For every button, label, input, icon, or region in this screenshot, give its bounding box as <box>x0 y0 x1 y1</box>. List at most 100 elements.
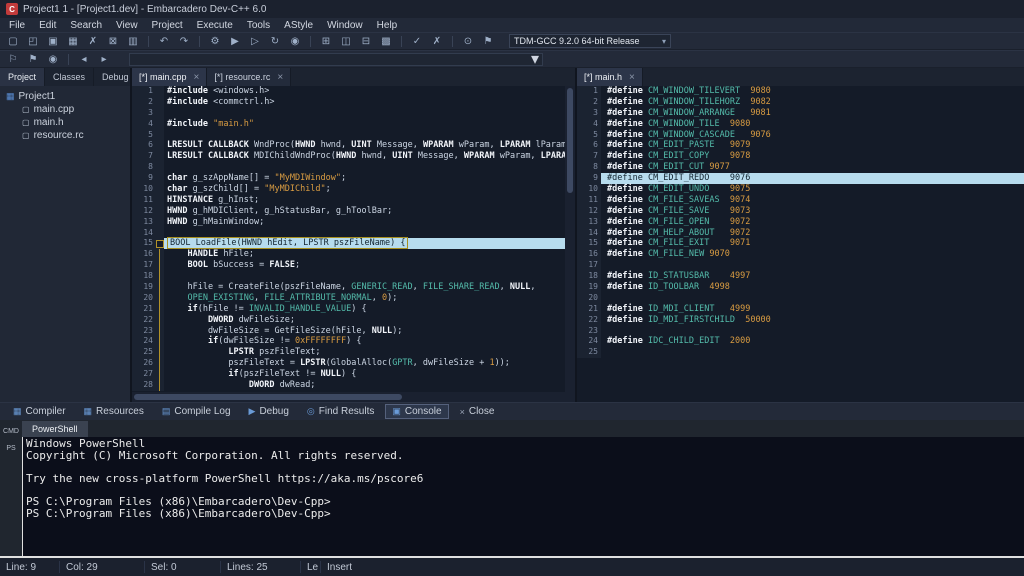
editor-tab-main.h[interactable]: [*] main.h× <box>577 68 643 86</box>
code-line-27[interactable]: 27 if(pszFileText != NULL) { <box>132 369 565 380</box>
code-line-21[interactable]: 21 if(hFile != INVALID_HANDLE_VALUE) { <box>132 304 565 315</box>
code-line-28[interactable]: 28 DWORD dwRead; <box>132 380 565 391</box>
console-cmd-label[interactable]: CMD <box>3 428 19 435</box>
rebuild-all-button[interactable]: ↻ <box>266 34 284 49</box>
code-line-8[interactable]: 8#define CM_EDIT_CUT 9077 <box>577 162 1024 173</box>
code-line-13[interactable]: 13#define CM_FILE_OPEN 9072 <box>577 217 1024 228</box>
code-view[interactable]: 1#define CM_WINDOW_TILEVERT 90802#define… <box>577 86 1024 402</box>
add-bookmark-button[interactable]: ⚐ <box>4 52 22 67</box>
code-view[interactable]: 1#include <windows.h>2#include <commctrl… <box>132 86 565 392</box>
menu-view[interactable]: View <box>109 20 145 31</box>
redo-button[interactable]: ↷ <box>175 34 193 49</box>
run-button[interactable]: ▶ <box>226 34 244 49</box>
code-line-11[interactable]: 11HINSTANCE g_hInst; <box>132 195 565 206</box>
code-line-17[interactable]: 17 BOOL bSuccess = FALSE; <box>132 260 565 271</box>
code-line-11[interactable]: 11#define CM_FILE_SAVEAS 9074 <box>577 195 1024 206</box>
fold-collapse-icon[interactable] <box>156 238 164 249</box>
code-line-18[interactable]: 18 <box>132 271 565 282</box>
terminal-output[interactable]: Windows PowerShellCopyright (C) Microsof… <box>22 437 1024 556</box>
horizontal-scrollbar[interactable] <box>132 392 565 402</box>
back-button[interactable]: ◂ <box>75 52 93 67</box>
code-line-14[interactable]: 14#define CM_HELP_ABOUT 9072 <box>577 228 1024 239</box>
code-line-4[interactable]: 4#define CM_WINDOW_TILE 9080 <box>577 119 1024 130</box>
editor-tab-resource.rc[interactable]: [*] resource.rc× <box>207 68 291 86</box>
compiler-profile-select[interactable]: TDM-GCC 9.2.0 64-bit Release▾ <box>509 34 671 48</box>
code-line-19[interactable]: 19 hFile = CreateFile(pszFileName, GENER… <box>132 282 565 293</box>
code-line-5[interactable]: 5#define CM_WINDOW_CASCADE 9076 <box>577 130 1024 141</box>
code-line-16[interactable]: 16#define CM_FILE_NEW 9070 <box>577 249 1024 260</box>
editor-right-codearea[interactable]: 1#define CM_WINDOW_TILEVERT 90802#define… <box>577 86 1024 402</box>
menu-help[interactable]: Help <box>370 20 405 31</box>
code-line-12[interactable]: 12#define CM_FILE_SAVE 9073 <box>577 206 1024 217</box>
goto-function-select[interactable]: ▾ <box>129 53 543 66</box>
menu-project[interactable]: Project <box>145 20 190 31</box>
bottom-tab-debug[interactable]: ▶Debug <box>242 404 296 419</box>
code-line-2[interactable]: 2#include <commctrl.h> <box>132 97 565 108</box>
abort-compilation-button[interactable]: ✗ <box>428 34 446 49</box>
close-all-button[interactable]: ⊠ <box>104 34 122 49</box>
tree-item-resource-rc[interactable]: ▢resource.rc <box>0 129 130 142</box>
bottom-tab-console[interactable]: ▣Console <box>385 404 448 419</box>
editor-tab-main.cpp[interactable]: [*] main.cpp× <box>132 68 207 86</box>
code-line-20[interactable]: 20 <box>577 293 1024 304</box>
panel-tab-classes[interactable]: Classes <box>45 68 94 86</box>
save-button[interactable]: ▣ <box>44 34 62 49</box>
code-line-1[interactable]: 1#include <windows.h> <box>132 86 565 97</box>
save-all-button[interactable]: ▦ <box>64 34 82 49</box>
code-line-24[interactable]: 24#define IDC_CHILD_EDIT 2000 <box>577 336 1024 347</box>
code-line-7[interactable]: 7LRESULT CALLBACK MDIChildWndProc(HWND h… <box>132 151 565 162</box>
code-line-23[interactable]: 23 <box>577 326 1024 337</box>
editor-left-codearea[interactable]: 1#include <windows.h>2#include <commctrl… <box>132 86 575 402</box>
compile-button[interactable]: ⚙ <box>206 34 224 49</box>
profiling-options-button[interactable]: ⚑ <box>479 34 497 49</box>
undo-button[interactable]: ↶ <box>155 34 173 49</box>
code-line-9[interactable]: 9#define CM_EDIT_REDO 9076 <box>577 173 1024 184</box>
bottom-tab-compiler[interactable]: ▦Compiler <box>6 404 73 419</box>
menu-execute[interactable]: Execute <box>190 20 240 31</box>
code-line-3[interactable]: 3 <box>132 108 565 119</box>
code-line-15[interactable]: 15BOOL LoadFile(HWND hEdit, LPSTR pszFil… <box>132 238 565 249</box>
forward-button[interactable]: ▸ <box>95 52 113 67</box>
menu-edit[interactable]: Edit <box>32 20 63 31</box>
code-line-1[interactable]: 1#define CM_WINDOW_TILEVERT 9080 <box>577 86 1024 97</box>
bottom-tab-resources[interactable]: ▦Resources <box>77 404 151 419</box>
window-grid-button[interactable]: ⊞ <box>317 34 335 49</box>
code-line-24[interactable]: 24 if(dwFileSize != 0xFFFFFFFF) { <box>132 336 565 347</box>
close-tab-icon[interactable]: × <box>629 72 635 83</box>
syntax-check-button[interactable]: ✓ <box>408 34 426 49</box>
vertical-scrollbar-thumb[interactable] <box>567 88 573 193</box>
code-line-22[interactable]: 22 DWORD dwFileSize; <box>132 315 565 326</box>
close-tab-icon[interactable]: × <box>277 72 283 83</box>
code-line-18[interactable]: 18#define ID_STATUSBAR 4997 <box>577 271 1024 282</box>
code-line-3[interactable]: 3#define CM_WINDOW_ARRANGE 9081 <box>577 108 1024 119</box>
tree-root-project[interactable]: ▦Project1 <box>0 90 130 103</box>
window-tile-vertical-button[interactable]: ◫ <box>337 34 355 49</box>
compile-run-button[interactable]: ▷ <box>246 34 264 49</box>
code-line-2[interactable]: 2#define CM_WINDOW_TILEHORZ 9082 <box>577 97 1024 108</box>
code-line-25[interactable]: 25 LPSTR pszFileText; <box>132 347 565 358</box>
menu-tools[interactable]: Tools <box>240 20 277 31</box>
code-line-19[interactable]: 19#define ID_TOOLBAR 4998 <box>577 282 1024 293</box>
tree-item-main-h[interactable]: ▢main.h <box>0 116 130 129</box>
code-line-17[interactable]: 17 <box>577 260 1024 271</box>
menu-astyle[interactable]: AStyle <box>277 20 320 31</box>
code-line-8[interactable]: 8 <box>132 162 565 173</box>
debug-button[interactable]: ◉ <box>286 34 304 49</box>
vertical-scrollbar[interactable] <box>565 86 575 392</box>
code-line-9[interactable]: 9char g_szAppName[] = "MyMDIWindow"; <box>132 173 565 184</box>
bottom-tab-close[interactable]: ×Close <box>453 404 502 419</box>
menu-file[interactable]: File <box>2 20 32 31</box>
toggle-breakpoint-button[interactable]: ◉ <box>44 52 62 67</box>
code-line-25[interactable]: 25 <box>577 347 1024 358</box>
code-line-4[interactable]: 4#include "main.h" <box>132 119 565 130</box>
code-line-13[interactable]: 13HWND g_hMainWindow; <box>132 217 565 228</box>
menu-search[interactable]: Search <box>63 20 109 31</box>
code-line-21[interactable]: 21#define ID_MDI_CLIENT 4999 <box>577 304 1024 315</box>
code-line-20[interactable]: 20 OPEN_EXISTING, FILE_ATTRIBUTE_NORMAL,… <box>132 293 565 304</box>
window-tile-horizontal-button[interactable]: ⊟ <box>357 34 375 49</box>
profile-button[interactable]: ⊙ <box>459 34 477 49</box>
goto-bookmark-button[interactable]: ⚑ <box>24 52 42 67</box>
code-line-6[interactable]: 6#define CM_EDIT_PASTE 9079 <box>577 140 1024 151</box>
code-line-10[interactable]: 10#define CM_EDIT_UNDO 9075 <box>577 184 1024 195</box>
new-source-button[interactable]: ▢ <box>4 34 22 49</box>
